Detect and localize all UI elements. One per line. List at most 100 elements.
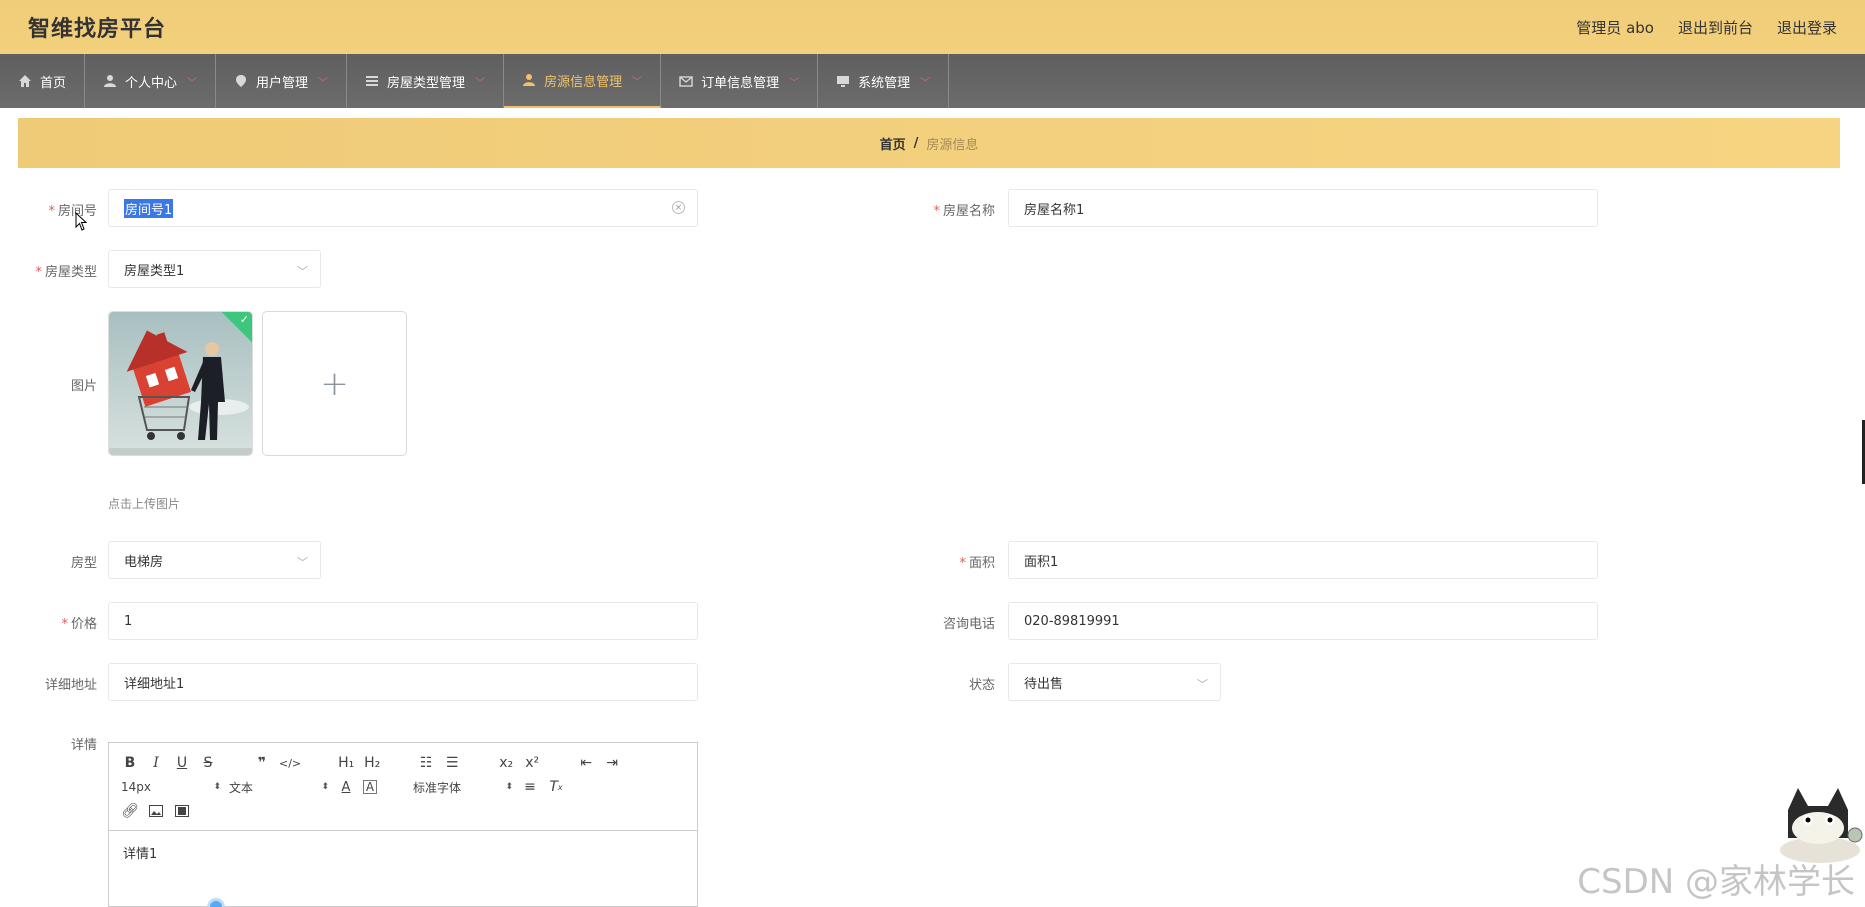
- editor-toolbar: B I U S ❞ </> H₁ H₂ ☷ ☰ x₂ x² ⇤ ⇥ 14px ⬍ …: [109, 743, 697, 831]
- pin-icon: [234, 74, 248, 88]
- nav-personal[interactable]: 个人中心 ﹀: [85, 54, 217, 108]
- house-cart-illustration: [109, 312, 252, 455]
- code-icon[interactable]: </>: [279, 753, 301, 773]
- phone-input[interactable]: 020-89819991: [1008, 602, 1598, 640]
- nav-listing-info[interactable]: 房源信息管理 ﹀: [504, 54, 662, 108]
- video-icon[interactable]: [173, 801, 191, 821]
- image-icon[interactable]: [147, 801, 165, 821]
- list-icon: [365, 74, 379, 88]
- layout-select[interactable]: 电梯房 ﹀: [108, 541, 321, 579]
- chevron-down-icon: ﹀: [297, 265, 308, 278]
- house-name-value: 房屋名称1: [1024, 202, 1085, 218]
- chevron-down-icon: ﹀: [789, 77, 800, 89]
- updown-icon: ⬍: [213, 782, 221, 792]
- main-nav: 首页 个人中心 ﹀ 用户管理 ﹀ 房屋类型管理 ﹀ 房源信息管理 ﹀ 订单信息管…: [0, 54, 1865, 108]
- detail-value: 详情1: [123, 847, 158, 862]
- text-color-icon[interactable]: A: [337, 777, 355, 797]
- house-type-select[interactable]: 房屋类型1 ﹀: [108, 250, 321, 288]
- status-select[interactable]: 待出售 ﹀: [1008, 663, 1221, 701]
- house-type-value: 房屋类型1: [124, 263, 185, 279]
- toolbar-row: B I U S ❞ </> H₁ H₂ ☷ ☰ x₂ x² ⇤ ⇥: [121, 751, 685, 775]
- mouse-cursor-icon: [75, 212, 88, 231]
- bullet-list-icon[interactable]: ☰: [443, 753, 461, 773]
- font-size-picker[interactable]: 14px ⬍: [121, 780, 221, 794]
- clear-format-icon[interactable]: Tx: [547, 777, 565, 797]
- nav-users[interactable]: 用户管理 ﹀: [216, 54, 348, 108]
- upload-button[interactable]: +: [262, 311, 407, 456]
- check-icon: ✓: [239, 313, 249, 326]
- house-name-input[interactable]: 房屋名称1: [1008, 189, 1598, 227]
- h2-icon[interactable]: H₂: [363, 753, 381, 773]
- nav-orders[interactable]: 订单信息管理 ﹀: [661, 54, 819, 108]
- price-input[interactable]: 1: [108, 602, 698, 640]
- rich-text-editor: B I U S ❞ </> H₁ H₂ ☷ ☰ x₂ x² ⇤ ⇥ 14px ⬍ …: [108, 742, 698, 907]
- outdent-icon[interactable]: ⇤: [577, 753, 595, 773]
- area-label: * 面积: [959, 556, 995, 571]
- header-actions: 管理员 abo 退出到前台 退出登录: [1576, 17, 1837, 38]
- breadcrumb-current: 房源信息: [926, 137, 979, 153]
- user-icon: [103, 74, 117, 88]
- h1-icon[interactable]: H₁: [337, 753, 355, 773]
- house-type-label: * 房屋类型: [35, 265, 97, 280]
- nav-home[interactable]: 首页: [0, 54, 86, 108]
- italic-icon[interactable]: I: [147, 753, 165, 773]
- quote-icon[interactable]: ❞: [253, 753, 271, 773]
- to-front-link[interactable]: 退出到前台: [1678, 17, 1753, 38]
- room-no-value: 房间号1: [124, 198, 174, 218]
- toolbar-row: 🔗︎: [121, 799, 685, 823]
- nav-label: 首页: [40, 75, 67, 91]
- home-icon: [18, 74, 32, 88]
- breadcrumb: 首页 / 房源信息: [18, 118, 1840, 168]
- indent-icon[interactable]: ⇥: [603, 753, 621, 773]
- status-label: 状态: [968, 678, 995, 693]
- detail-label: 详情: [70, 738, 97, 753]
- subscript-icon[interactable]: x₂: [497, 753, 515, 773]
- ordered-list-icon[interactable]: ☷: [417, 753, 435, 773]
- address-label: 详细地址: [44, 678, 97, 693]
- uploaded-image[interactable]: ✓: [108, 311, 253, 456]
- address-input[interactable]: 详细地址1: [108, 663, 698, 701]
- status-value: 待出售: [1024, 676, 1064, 692]
- brand-title: 智维找房平台: [28, 17, 167, 42]
- chevron-down-icon: ﹀: [632, 76, 643, 88]
- editor-content[interactable]: 详情1: [109, 831, 697, 874]
- user-icon: [522, 73, 536, 87]
- logout-link[interactable]: 退出登录: [1777, 17, 1837, 38]
- nav-system[interactable]: 系统管理 ﹀: [818, 54, 950, 108]
- nav-label: 个人中心: [125, 75, 178, 91]
- nav-house-type[interactable]: 房屋类型管理 ﹀: [347, 54, 505, 108]
- updown-icon: ⬍: [321, 782, 329, 792]
- breadcrumb-home[interactable]: 首页: [880, 134, 906, 153]
- strike-icon[interactable]: S: [199, 753, 217, 773]
- bold-icon[interactable]: B: [121, 753, 139, 773]
- link-icon[interactable]: 🔗︎: [121, 801, 139, 821]
- chevron-down-icon: ﹀: [318, 77, 329, 89]
- nav-label: 房屋类型管理: [387, 75, 466, 91]
- chevron-down-icon: ﹀: [187, 77, 198, 89]
- font-family-picker[interactable]: 标准字体 ⬍: [413, 779, 513, 796]
- chevron-down-icon: ﹀: [475, 77, 486, 89]
- top-header: 智维找房平台 管理员 abo 退出到前台 退出登录: [0, 0, 1865, 54]
- layout-value: 电梯房: [124, 554, 164, 570]
- area-value: 面积1: [1024, 554, 1059, 570]
- room-no-input[interactable]: 房间号1 ×: [108, 189, 698, 227]
- phone-label: 咨询电话: [942, 617, 995, 632]
- nav-label: 用户管理: [256, 75, 309, 91]
- layout-label: 房型: [70, 556, 97, 571]
- cat-mascot-icon: [1780, 788, 1863, 863]
- background-color-icon[interactable]: A: [363, 780, 377, 794]
- area-input[interactable]: 面积1: [1008, 541, 1598, 579]
- header-picker[interactable]: 文本 ⬍: [229, 779, 329, 796]
- mail-icon: [679, 74, 693, 88]
- underline-icon[interactable]: U: [173, 753, 191, 773]
- superscript-icon[interactable]: x²: [523, 753, 541, 773]
- image-label: 图片: [70, 379, 97, 394]
- house-name-label: * 房屋名称: [933, 204, 995, 219]
- align-icon[interactable]: ≡: [521, 777, 539, 797]
- phone-value: 020-89819991: [1024, 613, 1120, 629]
- nav-label: 系统管理: [858, 75, 911, 91]
- address-value: 详细地址1: [124, 676, 185, 692]
- admin-label: 管理员 abo: [1576, 18, 1654, 37]
- clear-icon[interactable]: ×: [672, 201, 685, 214]
- chevron-down-icon: ﹀: [1197, 678, 1208, 691]
